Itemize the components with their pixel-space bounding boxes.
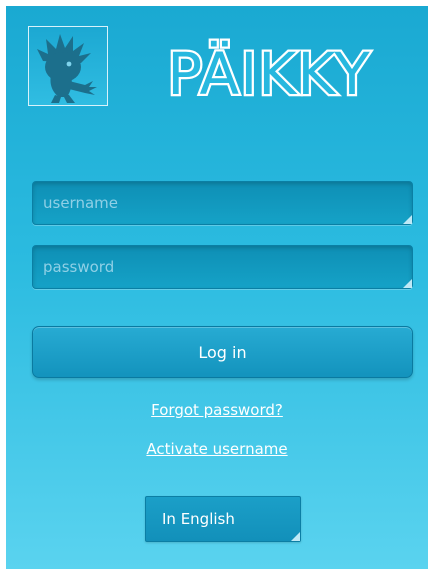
login-button-label: Log in [198, 342, 247, 362]
app-title-logo: PÄIKKY [165, 38, 372, 111]
password-field[interactable] [32, 245, 413, 289]
username-input[interactable] [33, 182, 412, 224]
language-selector[interactable]: In English [145, 496, 301, 542]
password-input[interactable] [33, 246, 412, 288]
dropdown-corner-icon [291, 532, 300, 541]
logo-icon [28, 26, 108, 106]
resize-corner-icon [403, 215, 412, 224]
login-panel: PÄIKKY Log in Forgot password? Activate … [6, 6, 428, 569]
username-field[interactable] [32, 181, 413, 225]
activate-username-link[interactable]: Activate username [6, 440, 428, 458]
app-title: PÄIKKY [167, 40, 370, 108]
forgot-password-link[interactable]: Forgot password? [6, 401, 428, 419]
login-button[interactable]: Log in [32, 326, 413, 378]
resize-corner-icon [403, 279, 412, 288]
language-label: In English [162, 510, 235, 528]
